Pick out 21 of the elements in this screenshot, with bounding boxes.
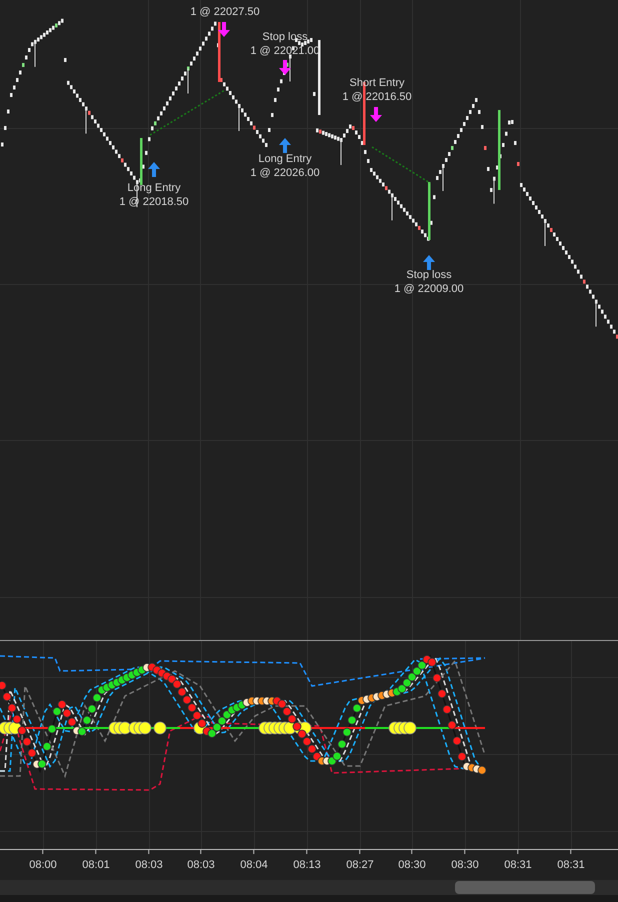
trade-annotation: Short Entry [349,76,405,90]
trade-annotation: 1 @ 22009.00 [394,282,464,296]
time-axis-label: 08:31 [504,859,532,872]
time-axis-label: 08:13 [293,859,321,872]
time-axis-label: 08:03 [187,859,215,872]
trade-annotation: Stop loss [262,30,308,44]
time-axis-label: 08:27 [346,859,374,872]
time-axis-label: 08:01 [82,859,110,872]
trade-annotation: 1 @ 22016.50 [342,90,412,104]
time-axis-label: 08:31 [557,859,585,872]
time-axis-label: 08:00 [29,859,57,872]
trade-annotation: Stop loss [406,268,452,282]
trade-annotation: Long Entry [258,152,312,166]
trade-annotation: 1 @ 22026.00 [250,166,320,180]
time-axis-label: 08:30 [398,859,426,872]
scrollbar-thumb[interactable] [455,881,595,894]
trade-annotation: 1 @ 22027.50 [190,5,260,19]
scrollbar-track[interactable] [0,880,618,895]
time-axis-label: 08:30 [451,859,479,872]
time-axis-label: 08:03 [135,859,163,872]
time-axis-label: 08:04 [240,859,268,872]
